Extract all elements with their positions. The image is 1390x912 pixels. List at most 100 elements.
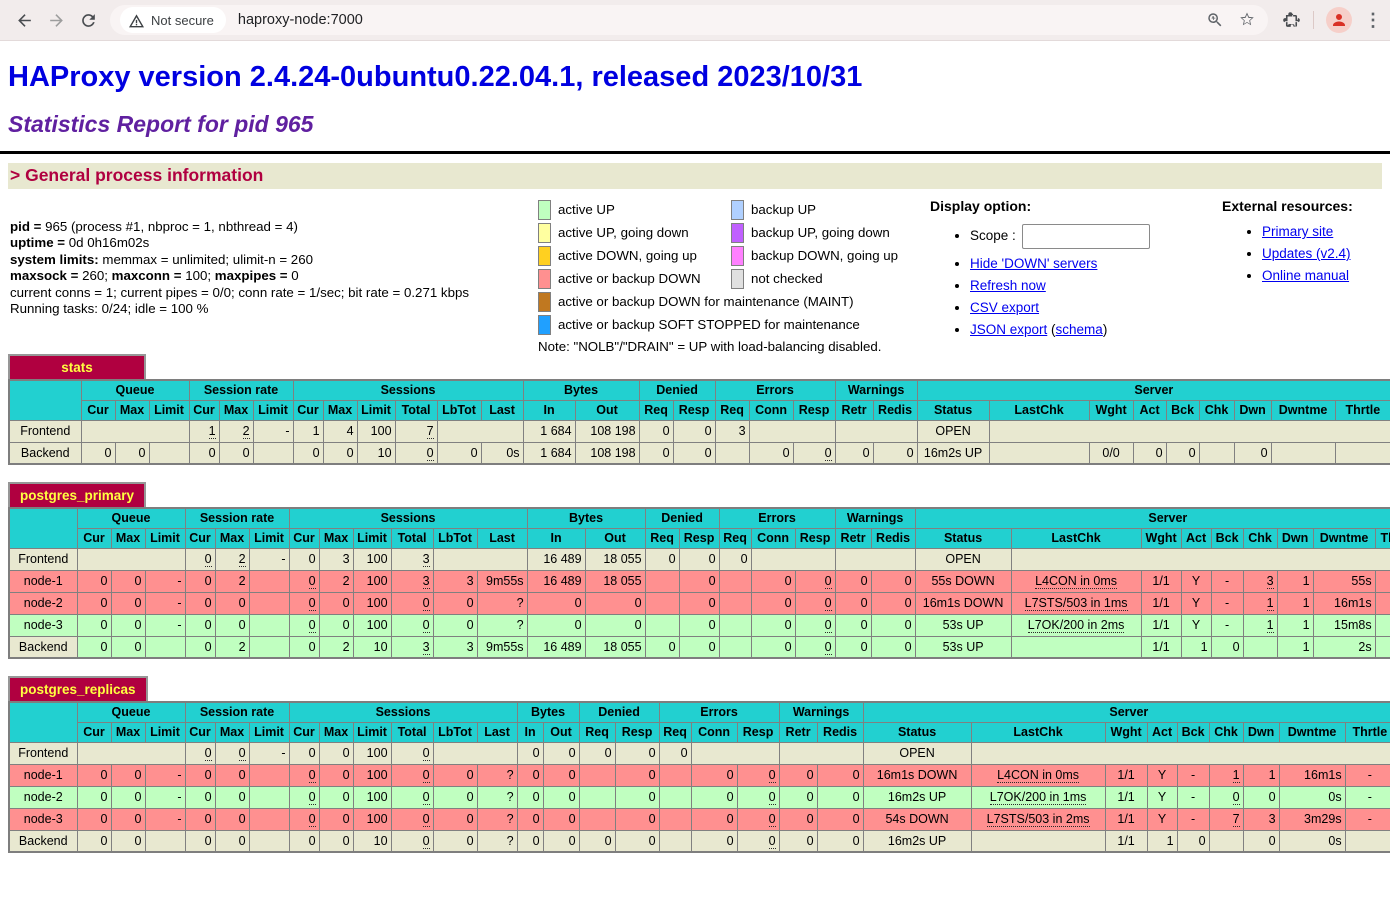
process-info: pid = 965 (process #1, nbproc = 1, nbthr… [10, 195, 538, 317]
column-header: In [517, 722, 543, 742]
legend-label: active DOWN, going up [558, 248, 697, 263]
profile-avatar[interactable] [1326, 7, 1352, 33]
column-header: LastChk [989, 400, 1089, 420]
stats-table-stats: QueueSession rateSessionsBytesDeniedErro… [8, 379, 1390, 465]
stat-cell: Y [1147, 786, 1177, 808]
process-info-key: system limits: [10, 252, 99, 267]
proxy-section-stats: statsQueueSession rateSessionsBytesDenie… [8, 354, 1390, 465]
stat-cell: 0 [111, 570, 145, 592]
stat-cell [145, 830, 185, 852]
column-header: Conn [691, 722, 737, 742]
reload-icon[interactable] [72, 4, 104, 36]
stat-cell: Y [1181, 614, 1211, 636]
column-group-header: Queue [81, 380, 189, 400]
back-icon[interactable] [8, 4, 40, 36]
row-label: Frontend [9, 548, 77, 570]
stat-cell [1375, 636, 1390, 658]
stat-cell: - [1211, 592, 1243, 614]
stat-cell: 0 [795, 636, 835, 658]
zoom-icon[interactable] [1206, 11, 1224, 29]
stat-cell: 2 [319, 570, 353, 592]
corner-cell [9, 380, 81, 420]
external-resource-link[interactable]: Updates (v2.4) [1262, 246, 1351, 261]
proxy-tab: postgres_primary [8, 482, 146, 507]
stat-cell: ? [477, 764, 517, 786]
stat-cell [249, 808, 289, 830]
stat-cell: 0 [749, 442, 793, 464]
column-header: Status [917, 400, 989, 420]
stat-cell: ? [477, 614, 527, 636]
stat-cell: 0 [77, 570, 111, 592]
scope-input[interactable] [1022, 224, 1150, 249]
column-header: Resp [793, 400, 835, 420]
stat-cell: 2s [1313, 636, 1375, 658]
stat-cell: 0 [319, 614, 353, 636]
stat-cell: 0 [289, 614, 319, 636]
stat-cell: 3 [391, 548, 433, 570]
process-info-value: 100; [185, 268, 215, 283]
stat-cell: - [253, 420, 293, 442]
forward-icon[interactable] [40, 4, 72, 36]
json-export-link[interactable]: JSON export [970, 322, 1047, 337]
stat-cell: 0 [779, 830, 817, 852]
stat-cell [645, 614, 679, 636]
stat-cell: 4 [323, 420, 357, 442]
display-option-link[interactable]: Hide 'DOWN' servers [970, 256, 1097, 271]
external-resource-link[interactable]: Primary site [1262, 224, 1333, 239]
display-option-link[interactable]: Refresh now [970, 278, 1046, 293]
stat-cell: 16m2s UP [863, 830, 971, 852]
stat-value-dotted: 0 [309, 574, 316, 589]
column-header: Req [715, 400, 749, 420]
row-label: node-1 [9, 764, 77, 786]
column-header: Resp [673, 400, 715, 420]
stat-value-dotted: 1 [1233, 768, 1240, 783]
stat-cell: 0 [319, 808, 353, 830]
table-subheader-row: CurMaxLimitCurMaxLimitCurMaxLimitTotalLb… [9, 400, 1390, 420]
column-header: LastChk [1011, 528, 1141, 548]
stat-cell: 0 [543, 764, 579, 786]
stat-cell: 0 [615, 786, 659, 808]
stat-cell: 15m8s [1313, 614, 1375, 636]
stat-cell [1243, 636, 1277, 658]
bookmark-star-icon[interactable] [1238, 11, 1256, 29]
external-resource-link[interactable]: Online manual [1262, 268, 1349, 283]
process-info-value: 0 [291, 268, 298, 283]
stat-cell: 0 [737, 764, 779, 786]
address-bar[interactable]: Not secure haproxy-node:7000 [110, 5, 1268, 35]
stat-cell: 0 [215, 614, 249, 636]
column-header: Last [477, 722, 517, 742]
menu-kebab-icon[interactable]: ⋮ [1364, 11, 1382, 29]
stat-cell: 0 [719, 548, 751, 570]
column-header: Status [915, 528, 1011, 548]
stat-cell: 0 [1166, 442, 1199, 464]
column-header: Resp [679, 528, 719, 548]
table-group-header-row: QueueSession rateSessionsBytesDeniedErro… [9, 702, 1390, 722]
table-subheader-row: CurMaxLimitCurMaxLimitCurMaxLimitTotalLb… [9, 722, 1390, 742]
stat-cell: 1 [1277, 614, 1313, 636]
stat-cell: 0 [433, 830, 477, 852]
stat-value-dotted: 0 [825, 446, 832, 461]
display-option-link[interactable]: CSV export [970, 300, 1039, 315]
schema-link[interactable]: schema [1056, 322, 1103, 337]
stat-cell: 0 [391, 614, 433, 636]
stat-cell: 0 [835, 442, 873, 464]
stat-cell [579, 786, 615, 808]
stat-cell [659, 786, 691, 808]
stat-cell [719, 570, 751, 592]
column-header: Chk [1199, 400, 1234, 420]
stat-cell [149, 442, 189, 464]
security-chip[interactable]: Not secure [120, 7, 226, 33]
stat-cell: 1/1 [1105, 786, 1147, 808]
stat-cell: 2 [215, 548, 249, 570]
extensions-icon[interactable] [1282, 11, 1301, 30]
stat-value-dotted: 0 [423, 618, 430, 633]
stat-cell: 100 [353, 614, 391, 636]
column-header: Req [719, 528, 751, 548]
column-header: LbTot [433, 528, 477, 548]
column-header: Req [579, 722, 615, 742]
url-text[interactable]: haproxy-node:7000 [238, 12, 1206, 28]
proxy-tab: stats [8, 354, 146, 379]
stat-cell: 0 [817, 808, 863, 830]
stat-cell: 0 [1234, 442, 1271, 464]
column-header: Max [319, 722, 353, 742]
